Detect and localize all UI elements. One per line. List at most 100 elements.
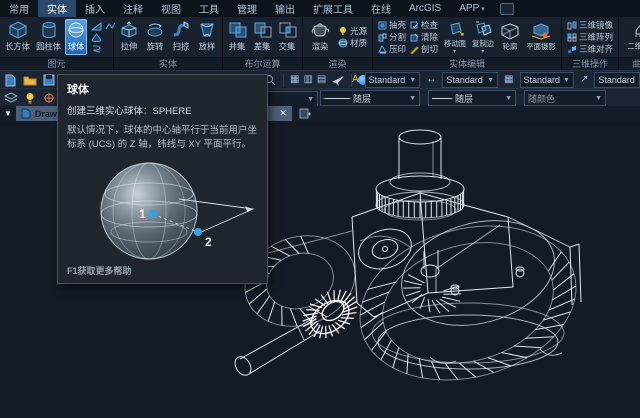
- mleader-style-combo[interactable]: Standard: [594, 72, 640, 88]
- imprint-button[interactable]: 压印: [378, 43, 406, 55]
- tab-insert[interactable]: 插入: [76, 0, 114, 18]
- new-drawing-icon[interactable]: [298, 107, 313, 121]
- caret-down-icon: ▼: [409, 95, 416, 102]
- tab-home[interactable]: 常用: [0, 0, 38, 18]
- material-icon: [338, 38, 348, 48]
- table-style-icon: ▦: [504, 74, 513, 86]
- tab-tools[interactable]: 工具: [190, 0, 228, 18]
- tab-view[interactable]: 视图: [152, 0, 190, 18]
- caret-down-icon: ▼: [505, 95, 512, 102]
- field-icon[interactable]: ▤: [317, 74, 326, 86]
- align3d-icon: [567, 45, 577, 54]
- extrude-button[interactable]: 拉伸: [117, 19, 141, 55]
- etransmit-icon[interactable]: [330, 73, 345, 87]
- dim-style-combo[interactable]: Standard▼: [442, 72, 498, 88]
- union-icon: [228, 21, 248, 39]
- check-icon: [410, 21, 419, 30]
- solid2d-button[interactable]: 二维填充: [622, 20, 640, 54]
- slice-icon: [410, 45, 419, 54]
- solprof-button[interactable]: 轮廓: [498, 21, 523, 54]
- caret-down-icon: ▼: [563, 77, 570, 84]
- separate-button[interactable]: 分割: [378, 31, 406, 43]
- panel-solid: 拉伸 旋转 扫掠 放样 实体: [114, 17, 223, 70]
- lineweight-combo[interactable]: 随层▼: [428, 90, 516, 106]
- close-tab-icon[interactable]: ✕: [279, 108, 287, 119]
- save-icon[interactable]: [41, 73, 56, 87]
- array3d-button[interactable]: 三维阵列: [567, 31, 613, 43]
- box-button[interactable]: 长方体: [3, 19, 32, 55]
- cad-application-window: 常用 实体 插入 注释 视图 工具 管理 输出 扩展工具 在线 ArcGIS A…: [0, 0, 640, 418]
- clean-button[interactable]: 清除: [410, 31, 438, 43]
- copy-edge-icon: [473, 21, 493, 37]
- tab-list-caret-icon[interactable]: ▼: [4, 109, 12, 118]
- revolve-button[interactable]: 旋转: [143, 19, 167, 55]
- tab-arcgis[interactable]: ArcGIS: [400, 1, 450, 16]
- copy-edge-button[interactable]: 复制边 ▾: [469, 19, 496, 56]
- open-folder-icon[interactable]: [22, 73, 37, 87]
- slice-button[interactable]: 剖切: [410, 43, 438, 55]
- tooltip-title: 球体: [67, 81, 258, 97]
- array3d-icon: [567, 33, 577, 42]
- caret-down-icon: ▼: [595, 95, 602, 102]
- subtract-icon: [253, 21, 273, 39]
- text-style-combo[interactable]: Standard▼: [365, 72, 421, 88]
- loft-button[interactable]: 放样: [195, 19, 219, 55]
- revolve-icon: [145, 21, 165, 39]
- sphere-tooltip: 球体 创建三维实心球体：SPHERE 默认情况下，球体的中心轴平行于当前用户坐标…: [57, 74, 268, 284]
- linetype-combo[interactable]: 随层▼: [320, 90, 420, 106]
- point-1-label: 1: [139, 207, 146, 221]
- panel-surface: 二维填充 曲面: [619, 17, 640, 70]
- solid-profile-icon: [500, 23, 520, 40]
- sphere-button[interactable]: 球体: [65, 19, 87, 55]
- layer-freeze-icon[interactable]: [41, 91, 56, 105]
- panel-label-solid-editing: 实体编辑: [373, 57, 561, 70]
- check-button[interactable]: 检查: [410, 19, 438, 31]
- tab-solid[interactable]: 实体: [38, 0, 76, 18]
- table-style-combo[interactable]: Standard▼: [520, 72, 574, 88]
- subtract-button[interactable]: 差集: [251, 19, 274, 55]
- cylinder-button[interactable]: 圆柱体: [34, 19, 63, 55]
- light-icon: [338, 26, 348, 36]
- caret-down-icon: ▼: [487, 77, 494, 84]
- tab-express-tools[interactable]: 扩展工具: [304, 0, 362, 18]
- flatshot-button[interactable]: 平面摄影: [524, 21, 558, 54]
- tab-online[interactable]: 在线: [362, 0, 400, 18]
- plot-style-combo[interactable]: 随颜色▼: [524, 90, 606, 106]
- ribbon: 长方体 圆柱体 球体 图: [0, 17, 640, 71]
- tab-app[interactable]: APP▾: [450, 1, 494, 16]
- align3d-button[interactable]: 三维对齐: [567, 43, 613, 55]
- tab-annotate[interactable]: 注释: [114, 0, 152, 18]
- table-icon[interactable]: ▥: [303, 74, 312, 86]
- light-button[interactable]: 光源: [338, 25, 367, 37]
- render-button[interactable]: 渲染: [306, 19, 334, 55]
- layer-on-icon[interactable]: [22, 91, 37, 105]
- tab-output[interactable]: 输出: [266, 0, 304, 18]
- panel-primitive: 长方体 圆柱体 球体 图: [0, 17, 114, 70]
- panel-label-render: 渲染: [303, 57, 372, 70]
- material-button[interactable]: 材质: [338, 37, 367, 49]
- cone-icon[interactable]: [91, 33, 102, 42]
- teapot-icon: [309, 21, 331, 39]
- intersect-button[interactable]: 交集: [276, 19, 299, 55]
- layer-properties-icon[interactable]: [3, 91, 18, 105]
- panel-label-surface: 曲面: [619, 57, 640, 70]
- mirror3d-button[interactable]: 三维镜像: [567, 19, 613, 31]
- move-face-icon: [445, 21, 465, 37]
- point-2-label: 2: [205, 235, 212, 249]
- wedge-icon[interactable]: [91, 22, 102, 31]
- clean-icon: [410, 33, 419, 42]
- box-icon: [8, 21, 28, 39]
- union-button[interactable]: 并集: [226, 19, 249, 55]
- ribbon-tab-bar: 常用 实体 插入 注释 视图 工具 管理 输出 扩展工具 在线 ArcGIS A…: [0, 0, 640, 17]
- ribbon-minimize-icon[interactable]: [500, 3, 514, 15]
- move-face-button[interactable]: 移动面 ▾: [441, 19, 468, 56]
- panel-solid-editing: 抽壳 分割 压印 检查 清除 剖切 移动面 ▾ 复制边 ▾: [373, 17, 562, 70]
- new-file-icon[interactable]: [3, 73, 18, 87]
- tab-manage[interactable]: 管理: [228, 0, 266, 18]
- caret-down-icon: ▼: [307, 96, 314, 103]
- sheet-set-icon[interactable]: ▦: [290, 74, 299, 86]
- helix-icon[interactable]: [91, 44, 102, 53]
- shell-button[interactable]: 抽壳: [378, 19, 406, 31]
- divider: [283, 74, 284, 87]
- sweep-button[interactable]: 扫掠: [169, 19, 193, 55]
